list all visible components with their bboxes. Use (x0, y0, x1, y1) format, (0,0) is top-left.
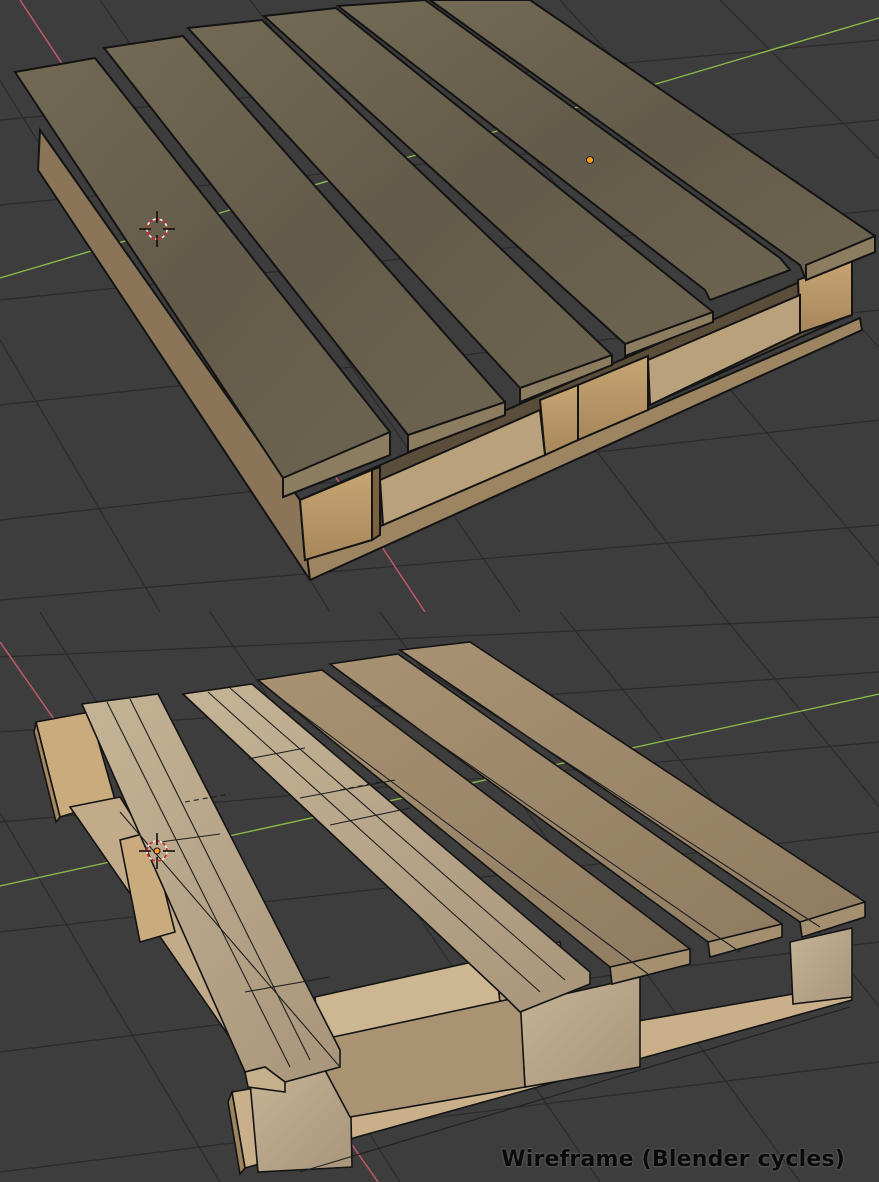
viewport-bottom[interactable]: Wireframe (Blender cycles) (0, 612, 879, 1182)
viewport-top[interactable] (0, 0, 879, 612)
origin-point-icon (153, 847, 161, 855)
deck-boards (13, 0, 876, 499)
origin-point-icon (586, 156, 594, 164)
render-caption: Wireframe (Blender cycles) (501, 1147, 845, 1172)
